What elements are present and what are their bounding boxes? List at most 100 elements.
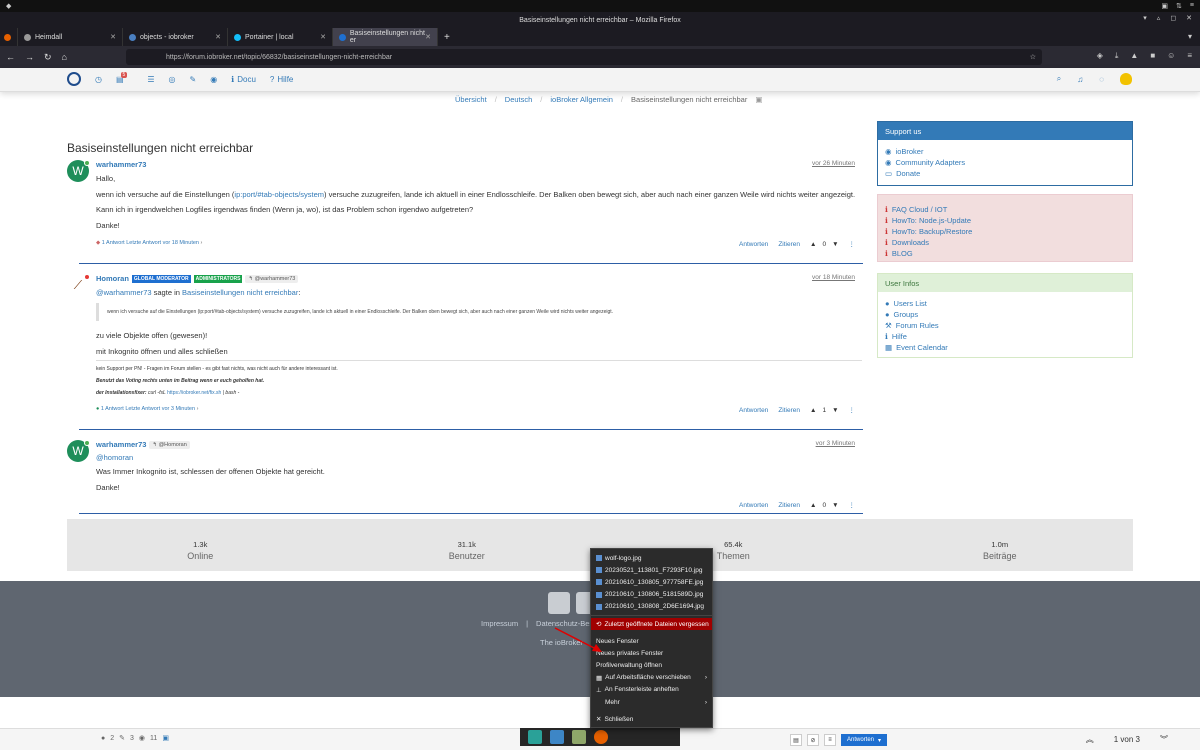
sidebar-item-event-calendar[interactable]: ▦ Event Calendar — [885, 342, 1125, 353]
tab-heimdall[interactable]: Heimdall ✕ — [18, 28, 123, 46]
rss-icon[interactable]: ▣ — [755, 95, 762, 104]
write-icon[interactable]: ✎ — [189, 75, 196, 84]
github-icon[interactable]: ◉ — [210, 75, 217, 84]
activities-icon[interactable]: ◆ — [6, 2, 11, 10]
bell-icon[interactable]: ♫ — [1077, 75, 1083, 84]
chevrons-up-icon[interactable]: ︽ — [1086, 734, 1094, 745]
forward-icon[interactable]: → — [25, 52, 34, 62]
chat-icon[interactable]: ◌ — [1099, 75, 1104, 84]
new-tab-button[interactable]: + — [438, 28, 456, 46]
close-tab-icon[interactable]: ✕ — [215, 33, 221, 41]
recent-file-item[interactable]: 20210610_130805_977758FE.jpg — [591, 576, 712, 588]
fix-script-link[interactable]: https://iobroker.net/fix.sh — [167, 390, 221, 396]
more-options-icon[interactable]: ⋮ — [849, 501, 856, 509]
pocket-icon[interactable]: ◈ — [1097, 51, 1103, 61]
close-tab-icon[interactable]: ✕ — [425, 33, 431, 41]
reply-topic-button[interactable]: Antworten ▾ — [841, 734, 888, 746]
sidebar-item-hilfe[interactable]: ℹ Hilfe — [885, 331, 1125, 342]
profile-manager-item[interactable]: Profilverwaltung öffnen — [591, 660, 712, 672]
quote-button[interactable]: Zitieren — [778, 502, 800, 509]
post-author[interactable]: warhammer73 — [96, 440, 146, 449]
url-bar[interactable]: https://forum.iobroker.net/topic/66832/b… — [126, 49, 1042, 65]
recent-file-item[interactable]: 20210610_130808_2D6E1694.jpg — [591, 601, 712, 613]
home-icon[interactable]: ⌂ — [62, 52, 67, 62]
rss-icon[interactable]: ▣ — [162, 734, 169, 742]
breadcrumb-deutsch[interactable]: Deutsch — [505, 95, 533, 104]
quote-button[interactable]: Zitieren — [778, 407, 800, 414]
sidebar-item-downloads[interactable]: ℹ Downloads — [885, 237, 1125, 248]
account-icon[interactable]: ☺ — [1167, 51, 1175, 61]
close-tab-icon[interactable]: ✕ — [320, 33, 326, 41]
iobroker-logo[interactable] — [67, 72, 81, 86]
print-icon[interactable]: ▤ — [790, 734, 802, 746]
popular-icon[interactable]: ◎ — [169, 75, 176, 84]
categories-icon[interactable]: ☰ — [147, 75, 154, 84]
sort-icon[interactable]: ≡ — [824, 734, 836, 746]
store-icon[interactable] — [550, 730, 564, 744]
sidebar-item-faq-cloud[interactable]: ℹ FAQ Cloud / IOT — [885, 204, 1125, 215]
tab-objects-iobroker[interactable]: objects - iobroker ✕ — [123, 28, 228, 46]
reload-icon[interactable]: ↻ — [44, 52, 52, 63]
sidebar-item-users-list[interactable]: ● Users List — [885, 298, 1125, 309]
recent-icon[interactable]: ◷ — [95, 75, 102, 84]
reply-button[interactable]: Antworten — [739, 407, 768, 414]
sidebar-item-community-adapters[interactable]: ◉ Community Adapters — [885, 157, 1125, 168]
hilfe-link[interactable]: ? Hilfe — [270, 75, 293, 84]
pin-to-taskbar-item[interactable]: ⊥ An Fensterleiste anheften — [591, 684, 712, 696]
post-author[interactable]: Homoran — [96, 274, 129, 283]
network-icon[interactable]: ⇅ — [1176, 2, 1182, 10]
user-avatar[interactable] — [1120, 73, 1132, 85]
post-timestamp[interactable]: vor 18 Minuten — [812, 274, 855, 281]
download-icon[interactable]: ⤓ — [1115, 51, 1119, 61]
forget-recent-files-item[interactable]: ⟲ Zuletzt geöffnete Dateien vergessen — [591, 617, 712, 631]
mention-link[interactable]: @warhammer73 — [96, 288, 152, 297]
list-all-tabs-icon[interactable]: ▾ — [1188, 32, 1192, 41]
reply-to-badge[interactable]: ↰ @warhammer73 — [245, 274, 299, 283]
downvote-icon[interactable]: ▼ — [832, 241, 838, 248]
bell-off-icon[interactable]: ⊘ — [807, 734, 819, 746]
mention-link[interactable]: @homoran — [96, 453, 133, 462]
reply-button[interactable]: Antworten — [739, 502, 768, 509]
page-indicator[interactable]: 1 von 3 — [1114, 735, 1140, 744]
breadcrumb-uebersicht[interactable]: Übersicht — [455, 95, 487, 104]
move-to-workspace-item[interactable]: ▦ Auf Arbeitsfläche verschieben › — [591, 672, 712, 684]
sidebar-item-donate[interactable]: ▭ Donate — [885, 168, 1125, 179]
sidebar-item-blog[interactable]: ℹ BLOG — [885, 248, 1125, 259]
docu-link[interactable]: ℹ Docu — [231, 75, 256, 84]
sidebar-item-forum-rules[interactable]: ⚒ Forum Rules — [885, 320, 1125, 331]
recent-file-item[interactable]: wolf-logo.jpg — [591, 552, 712, 564]
upvote-icon[interactable]: ▲ — [810, 502, 816, 509]
window-restore-icon[interactable]: ▵ — [1157, 14, 1161, 22]
maximize-icon[interactable]: ◻ — [1170, 14, 1176, 22]
role-badge-administrators[interactable]: ADMINISTRATORS — [193, 274, 243, 283]
close-window-icon[interactable]: ✕ — [1186, 14, 1192, 22]
firefox-view-tab[interactable] — [0, 28, 18, 46]
extension-icon[interactable]: ▲ — [1130, 51, 1138, 61]
addon-icon[interactable]: ■ — [1150, 51, 1155, 61]
sidebar-item-groups[interactable]: ● Groups — [885, 309, 1125, 320]
post-timestamp[interactable]: vor 26 Minuten — [812, 160, 855, 167]
downvote-icon[interactable]: ▼ — [832, 407, 838, 414]
downvote-icon[interactable]: ▼ — [832, 502, 838, 509]
new-private-window-item[interactable]: Neues privates Fenster — [591, 647, 712, 659]
reply-to-badge[interactable]: ↰ @Homoran — [149, 440, 190, 449]
quote-button[interactable]: Zitieren — [778, 241, 800, 248]
post-timestamp[interactable]: vor 3 Minuten — [816, 440, 855, 447]
more-options-icon[interactable]: ⋮ — [849, 406, 856, 414]
sidebar-item-iobroker[interactable]: ◉ ioBroker — [885, 146, 1125, 157]
more-options-icon[interactable]: ⋮ — [849, 240, 856, 248]
tab-portainer[interactable]: Portainer | local ✕ — [228, 28, 333, 46]
close-item[interactable]: ✕ Schließen — [591, 713, 712, 725]
upvote-icon[interactable]: ▲ — [810, 407, 816, 414]
more-item[interactable]: Mehr › — [591, 696, 712, 708]
replies-link[interactable]: 1 Antwort Letzte Antwort vor 18 Minuten — [102, 240, 199, 246]
post-link[interactable]: ip:port/#tab-objects/system — [234, 190, 324, 199]
post-author[interactable]: warhammer73 — [96, 160, 146, 169]
chevrons-down-icon[interactable]: ︾ — [1160, 734, 1168, 745]
menu-icon[interactable]: ≡ — [1190, 2, 1194, 10]
sidebar-item-nodejs-update[interactable]: ℹ HowTo: Node.js-Update — [885, 215, 1125, 226]
close-tab-icon[interactable]: ✕ — [110, 33, 116, 41]
upvote-icon[interactable]: ▲ — [810, 241, 816, 248]
role-badge-global-moderator[interactable]: GLOBAL MODERATOR — [131, 274, 191, 283]
firefox-icon[interactable] — [594, 730, 608, 744]
